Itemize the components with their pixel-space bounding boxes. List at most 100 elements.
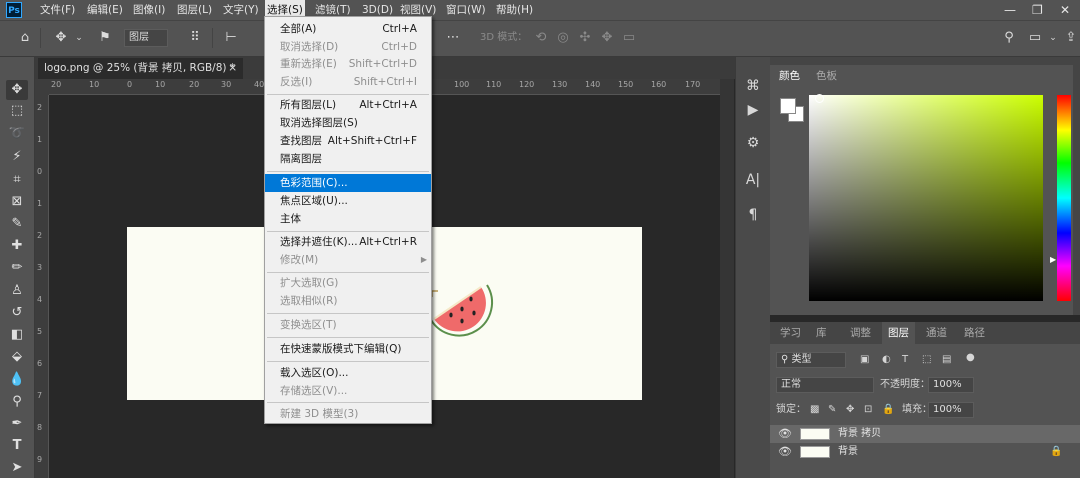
panel-scrollbar[interactable] (1073, 65, 1080, 315)
filter-type-icon[interactable]: T (902, 352, 908, 368)
filter-adjustment-icon[interactable]: ◐ (882, 352, 891, 368)
lock-artboard-icon[interactable]: ⊡ (864, 402, 872, 418)
close-button[interactable]: ✕ (1060, 0, 1070, 20)
workspace-icon[interactable]: ▭ (1026, 29, 1044, 47)
auto-select-icon[interactable]: ⚑ (96, 29, 114, 47)
menu-item-grow[interactable]: 扩大选取(G) (265, 274, 431, 292)
menu-type[interactable]: 文字(Y) (221, 0, 261, 20)
3d-slide-icon[interactable]: ✥ (598, 29, 616, 47)
menu-layer[interactable]: 图层(L) (175, 0, 214, 20)
filter-shape-icon[interactable]: ⬚ (922, 352, 931, 368)
magic-wand-tool-icon[interactable]: ⚡ (6, 147, 28, 167)
eraser-tool-icon[interactable]: ◧ (6, 325, 28, 345)
vertical-ruler[interactable]: 2 1 0 1 2 3 4 5 6 7 8 9 (35, 95, 49, 478)
auto-select-target-dropdown[interactable]: 图层 (124, 29, 168, 47)
menu-item-select-all[interactable]: 全部(A) Ctrl+A (265, 20, 431, 38)
filter-pixel-icon[interactable]: ▣ (860, 352, 869, 368)
layer-name[interactable]: 背景 拷贝 (838, 425, 881, 443)
menu-edit[interactable]: 编辑(E) (85, 0, 125, 20)
frame-tool-icon[interactable]: ⊠ (6, 192, 28, 212)
search-icon[interactable]: ⚲ (1000, 29, 1018, 47)
properties-icon[interactable]: ⚙ (743, 133, 763, 153)
menu-item-load-selection[interactable]: 载入选区(O)... (265, 364, 431, 382)
history-brush-tool-icon[interactable]: ↺ (6, 303, 28, 323)
blur-tool-icon[interactable]: 💧 (6, 370, 28, 390)
eye-icon[interactable]: 👁 (778, 443, 792, 461)
menu-image[interactable]: 图像(I) (131, 0, 167, 20)
character-icon[interactable]: A| (743, 170, 763, 190)
vertical-scrollbar[interactable] (720, 79, 734, 478)
3d-camera-icon[interactable]: ▭ (620, 29, 638, 47)
pen-tool-icon[interactable]: ✒ (6, 414, 28, 434)
tab-paths[interactable]: 路径 (964, 322, 985, 344)
menu-item-select-and-mask[interactable]: 选择并遮住(K)... Alt+Ctrl+R (265, 233, 431, 251)
menu-item-save-selection[interactable]: 存储选区(V)... (265, 382, 431, 400)
menu-item-subject[interactable]: 主体 (265, 210, 431, 228)
transform-controls-icon[interactable]: ⠿ (186, 29, 204, 47)
clone-stamp-tool-icon[interactable]: ♙ (6, 281, 28, 301)
tab-learn[interactable]: 学习 (780, 322, 801, 344)
menu-item-similar[interactable]: 选取相似(R) (265, 292, 431, 310)
menu-item-all-layers[interactable]: 所有图层(L) Alt+Ctrl+A (265, 96, 431, 114)
restore-button[interactable]: ❐ (1032, 0, 1043, 20)
3d-orbit-icon[interactable]: ⟲ (532, 29, 550, 47)
tab-layers[interactable]: 图层 (882, 322, 915, 344)
tab-color[interactable]: 颜色 (779, 65, 800, 87)
fill-input[interactable]: 100% (928, 402, 974, 418)
lock-transparent-icon[interactable]: ▩ (810, 402, 819, 418)
saturation-brightness-picker[interactable] (809, 95, 1043, 301)
path-selection-tool-icon[interactable]: ➤ (6, 458, 28, 478)
menu-item-modify[interactable]: 修改(M) ▶ (265, 251, 431, 269)
filter-toggle-icon[interactable]: ● (966, 350, 975, 366)
menu-item-color-range[interactable]: 色彩范围(C)... (265, 174, 431, 192)
color-picker-cursor[interactable] (815, 94, 824, 103)
close-tab-icon[interactable]: × (228, 58, 237, 78)
menu-item-quick-mask[interactable]: 在快速蒙版模式下编辑(Q) (265, 340, 431, 358)
eye-icon[interactable]: 👁 (778, 425, 792, 443)
menu-item-deselect[interactable]: 取消选择(D) Ctrl+D (265, 38, 431, 56)
lock-all-icon[interactable]: 🔒 (882, 402, 894, 418)
brush-tool-icon[interactable]: ✏ (6, 258, 28, 278)
marquee-tool-icon[interactable]: ⬚ (6, 101, 28, 121)
menu-item-transform-selection[interactable]: 变换选区(T) (265, 316, 431, 334)
move-tool-icon[interactable]: ✥ (6, 80, 28, 100)
type-tool-icon[interactable]: T (6, 436, 28, 456)
chevron-down-icon[interactable]: ⌄ (1044, 29, 1062, 47)
move-tool-preset-icon[interactable]: ✥ (52, 29, 70, 47)
lasso-tool-icon[interactable]: ➰ (6, 124, 28, 144)
paint-bucket-tool-icon[interactable]: ⬙ (6, 347, 28, 367)
dodge-tool-icon[interactable]: ⚲ (6, 392, 28, 412)
share-icon[interactable]: ⇪ (1062, 29, 1080, 47)
history-icon[interactable]: ⌘ (743, 76, 763, 96)
menu-item-isolate-layers[interactable]: 隔离图层 (265, 150, 431, 168)
align-left-icon[interactable]: ⊢ (222, 29, 240, 47)
filter-smart-object-icon[interactable]: ▤ (942, 352, 951, 368)
healing-brush-tool-icon[interactable]: ✚ (6, 236, 28, 256)
opacity-input[interactable]: 100% (928, 377, 974, 393)
menu-file[interactable]: 文件(F) (38, 0, 77, 20)
menu-item-inverse[interactable]: 反选(I) Shift+Ctrl+I (265, 73, 431, 91)
layer-filter-dropdown[interactable]: ⚲ 类型 (776, 352, 846, 368)
foreground-color-swatch[interactable] (780, 98, 796, 114)
tab-adjustments[interactable]: 调整 (850, 322, 871, 344)
actions-play-icon[interactable]: ▶ (743, 100, 763, 120)
minimize-button[interactable]: — (1004, 0, 1016, 20)
lock-image-icon[interactable]: ✎ (828, 402, 836, 418)
tab-libraries[interactable]: 库 (816, 322, 827, 344)
lock-position-icon[interactable]: ✥ (846, 402, 854, 418)
tab-channels[interactable]: 通道 (926, 322, 947, 344)
3d-pan-icon[interactable]: ✣ (576, 29, 594, 47)
chevron-down-icon[interactable]: ⌄ (70, 29, 88, 47)
eyedropper-tool-icon[interactable]: ✎ (6, 214, 28, 234)
menu-item-find-layers[interactable]: 查找图层 Alt+Shift+Ctrl+F (265, 132, 431, 150)
menu-item-new-3d-model[interactable]: 新建 3D 模型(3) (265, 405, 431, 423)
tab-swatches[interactable]: 色板 (816, 65, 837, 87)
paragraph-icon[interactable]: ¶ (743, 205, 763, 225)
hue-slider-handle-icon[interactable]: ▶ (1050, 255, 1056, 264)
menu-item-focus-area[interactable]: 焦点区域(U)... (265, 192, 431, 210)
crop-tool-icon[interactable]: ⌗ (6, 170, 28, 190)
menu-item-reselect[interactable]: 重新选择(E) Shift+Ctrl+D (265, 55, 431, 73)
menu-help[interactable]: 帮助(H) (494, 0, 535, 20)
more-options-icon[interactable]: ⋯ (444, 29, 462, 47)
layer-name[interactable]: 背景 (838, 443, 858, 461)
